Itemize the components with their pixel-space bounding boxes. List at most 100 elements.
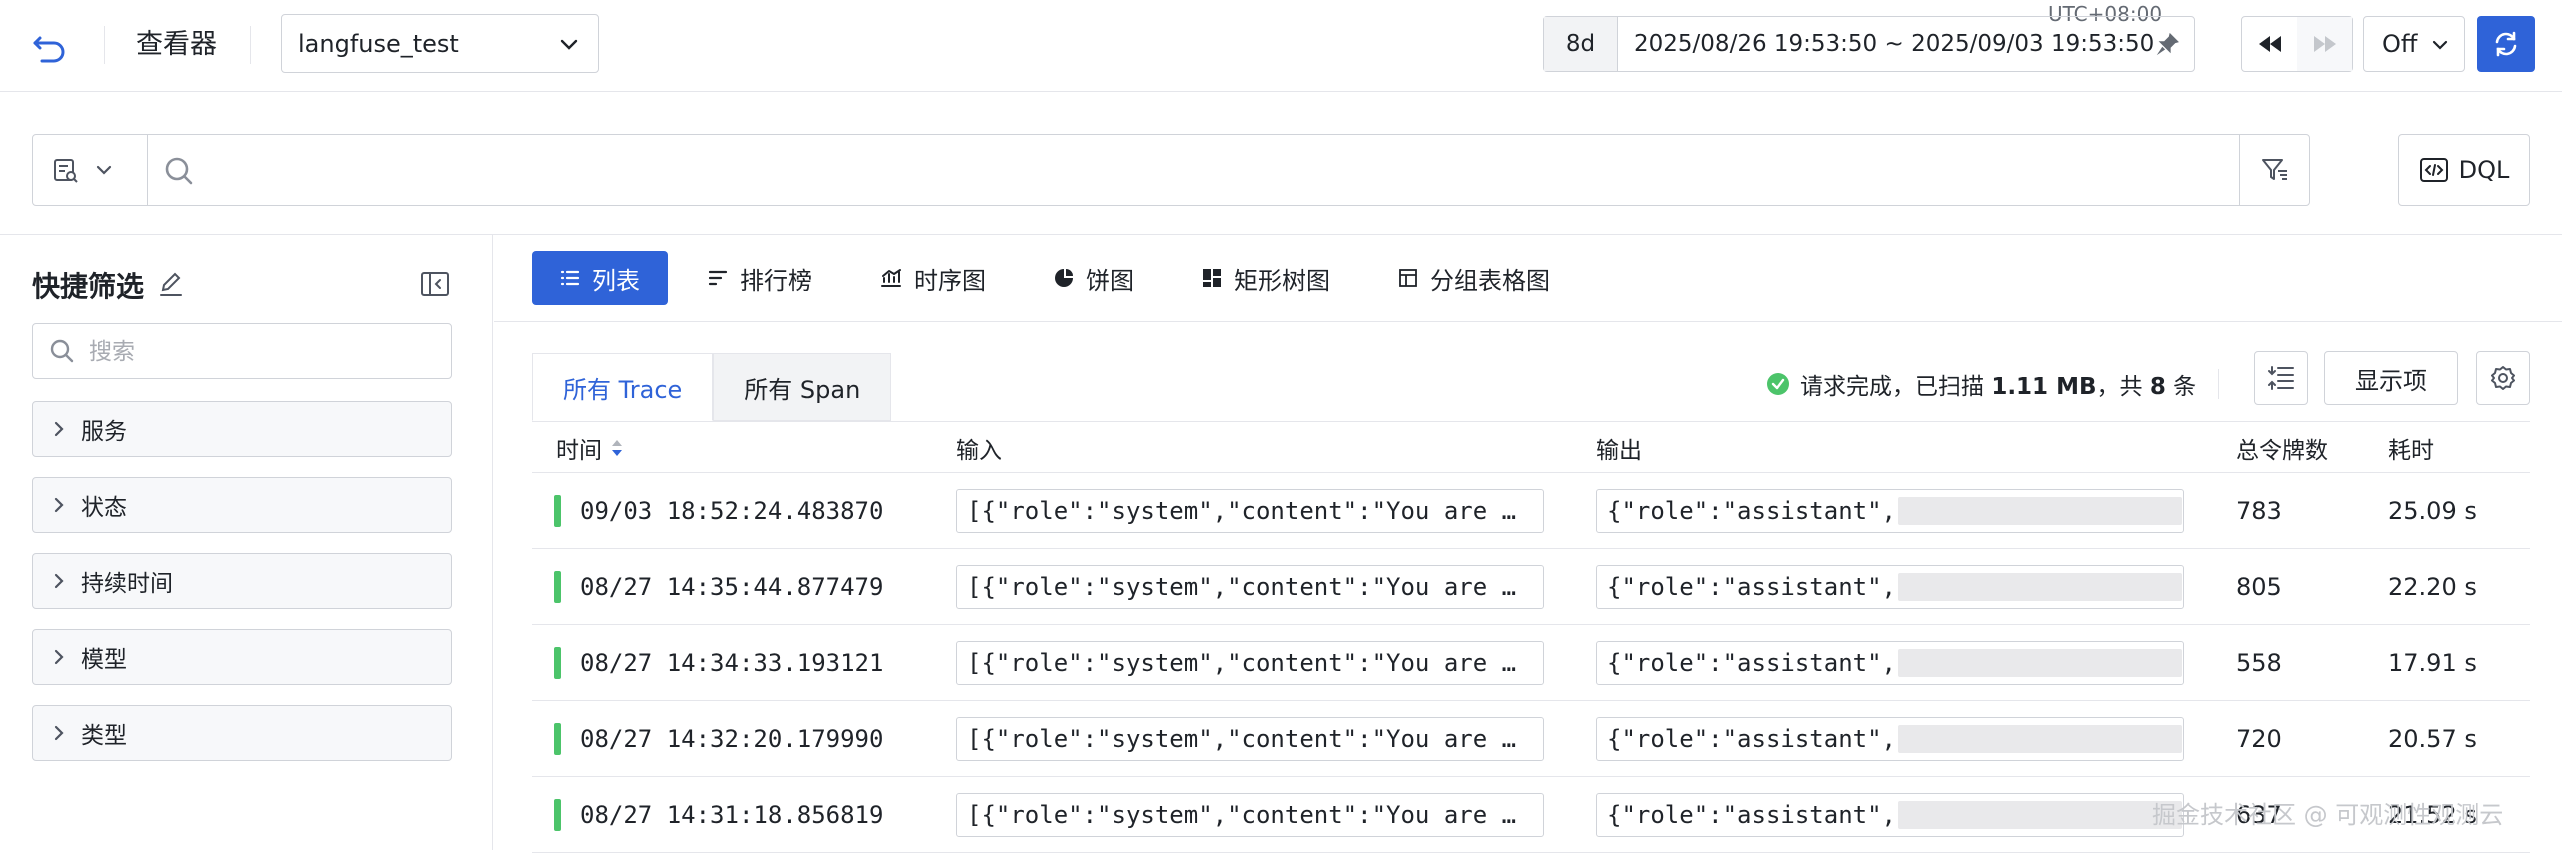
collapse-sidebar-icon[interactable] [420,271,450,297]
filter-group-duration[interactable]: 持续时间 [32,553,452,609]
list-icon [560,270,580,286]
cell-input[interactable]: [{"role":"system","content":"You are … [956,793,1544,837]
divider [494,321,2562,322]
cell-output[interactable]: {"role":"assistant", [1596,641,2184,685]
tab-ranking[interactable]: 排行榜 [680,251,840,305]
search-bar [32,134,2310,206]
document-icon [54,159,78,183]
status-bar [554,647,561,679]
row-density-icon [2268,366,2294,390]
tab-label: 排行榜 [740,266,812,295]
filter-button[interactable] [2239,135,2309,205]
tab-treemap[interactable]: 矩形树图 [1174,251,1358,305]
redacted-area [1897,573,2182,601]
fast-forward-button[interactable] [2297,17,2352,71]
chevron-right-icon [54,421,64,437]
status-size: 1.11 MB [1991,374,2097,400]
divider [250,26,251,64]
refresh-button[interactable] [2477,16,2535,72]
source-select[interactable] [33,135,148,205]
time-range-short[interactable]: 8d [1544,17,1619,71]
table-header: 时间 输入 输出 总令牌数 耗时 [532,421,2530,473]
chevron-down-icon [96,165,112,175]
top-bar: 查看器 langfuse_test UTC+08:00 8d 2025/08/2… [0,0,2562,92]
tab-pie[interactable]: 饼图 [1026,251,1162,305]
search-input[interactable] [148,135,2239,205]
status-prefix: 请求完成，已扫描 [1800,374,1992,400]
tab-label: 矩形树图 [1234,266,1330,295]
timeseries-chart-icon [881,269,901,287]
cell-input[interactable]: [{"role":"system","content":"You are … [956,641,1544,685]
filter-group-status[interactable]: 状态 [32,477,452,533]
pin-icon[interactable] [2154,29,2182,59]
cell-input[interactable]: [{"role":"system","content":"You are … [956,717,1544,761]
table-row[interactable]: 08/27 14:32:20.179990 [{"role":"system",… [532,701,2530,777]
filter-group-label: 服务 [81,419,127,445]
tab-label: 列表 [592,266,640,295]
cell-time: 08/27 14:31:18.856819 [580,801,884,829]
filter-group-label: 状态 [81,495,127,521]
status-suffix: 条 [2165,374,2197,400]
auto-refresh-value: Off [2382,30,2418,58]
filter-group-label: 模型 [81,647,127,673]
status-count: 8 [2149,374,2166,400]
tab-timeseries[interactable]: 时序图 [852,251,1014,305]
filter-group-label: 类型 [81,723,127,749]
quick-filter-search-input[interactable] [75,337,415,365]
search-icon [165,157,193,185]
cell-duration: 17.91 s [2388,649,2477,677]
table-row[interactable]: 08/27 14:35:44.877479 [{"role":"system",… [532,549,2530,625]
dql-label: DQL [2458,156,2510,184]
cell-time: 08/27 14:32:20.179990 [580,725,884,753]
cell-duration: 20.57 s [2388,725,2477,753]
settings-button[interactable] [2476,351,2530,405]
auto-refresh-select[interactable]: Off [2363,16,2465,72]
edit-icon[interactable] [158,271,184,297]
time-range-picker[interactable]: 8d 2025/08/26 19:53:50 ~ 2025/09/03 19:5… [1543,16,2195,72]
filter-group-model[interactable]: 模型 [32,629,452,685]
fast-forward-icon [2313,36,2336,52]
cell-output[interactable]: {"role":"assistant", [1596,489,2184,533]
rewind-button[interactable] [2242,17,2297,71]
sub-tabs: 所有 Trace 所有 Span [532,353,892,421]
dql-button[interactable]: DQL [2398,134,2530,206]
cell-time: 09/03 18:52:24.483870 [580,497,884,525]
tab-label: 时序图 [914,266,986,295]
code-icon [2419,158,2448,182]
cell-input[interactable]: [{"role":"system","content":"You are … [956,489,1544,533]
row-density-button[interactable] [2254,351,2308,405]
quick-filter-sidebar: 快捷筛选 服务 状态 持续时间 模型 类型 [0,235,493,850]
tab-all-span[interactable]: 所有 Span [713,353,892,421]
tab-list[interactable]: 列表 [532,251,668,305]
table-row[interactable]: 08/27 14:34:33.193121 [{"role":"system",… [532,625,2530,701]
time-range-text[interactable]: 2025/08/26 19:53:50 ~ 2025/09/03 19:53:5… [1618,31,2154,57]
cell-duration: 25.09 s [2388,497,2477,525]
gear-icon [2491,366,2515,390]
filter-group-type[interactable]: 类型 [32,705,452,761]
chevron-right-icon [54,649,64,665]
cell-output[interactable]: {"role":"assistant", [1596,717,2184,761]
back-icon[interactable] [30,27,70,67]
check-circle-icon [1767,373,1789,395]
divider [104,26,105,64]
cell-output[interactable]: {"role":"assistant", [1596,565,2184,609]
status-bar [554,571,561,603]
column-header-duration: 耗时 [2388,438,2434,464]
tab-all-trace[interactable]: 所有 Trace [532,353,714,421]
cell-output-text: {"role":"assistant", [1607,649,1896,677]
workspace-select[interactable]: langfuse_test [281,14,599,73]
ranking-icon [708,270,728,286]
filter-group-service[interactable]: 服务 [32,401,452,457]
table-row[interactable]: 09/03 18:52:24.483870 [{"role":"system",… [532,473,2530,549]
pie-chart-icon [1055,269,1073,287]
display-columns-button[interactable]: 显示项 [2324,351,2458,405]
quick-filter-title: 快捷筛选 [32,270,145,303]
cell-output-text: {"role":"assistant", [1607,725,1896,753]
chevron-down-icon [2432,40,2448,50]
cell-output[interactable]: {"role":"assistant", [1596,793,2184,837]
cell-tokens: 783 [2236,497,2282,525]
tab-group-table[interactable]: 分组表格图 [1370,251,1578,305]
sort-icon[interactable] [610,438,624,458]
column-header-time[interactable]: 时间 [556,422,624,474]
cell-input[interactable]: [{"role":"system","content":"You are … [956,565,1544,609]
